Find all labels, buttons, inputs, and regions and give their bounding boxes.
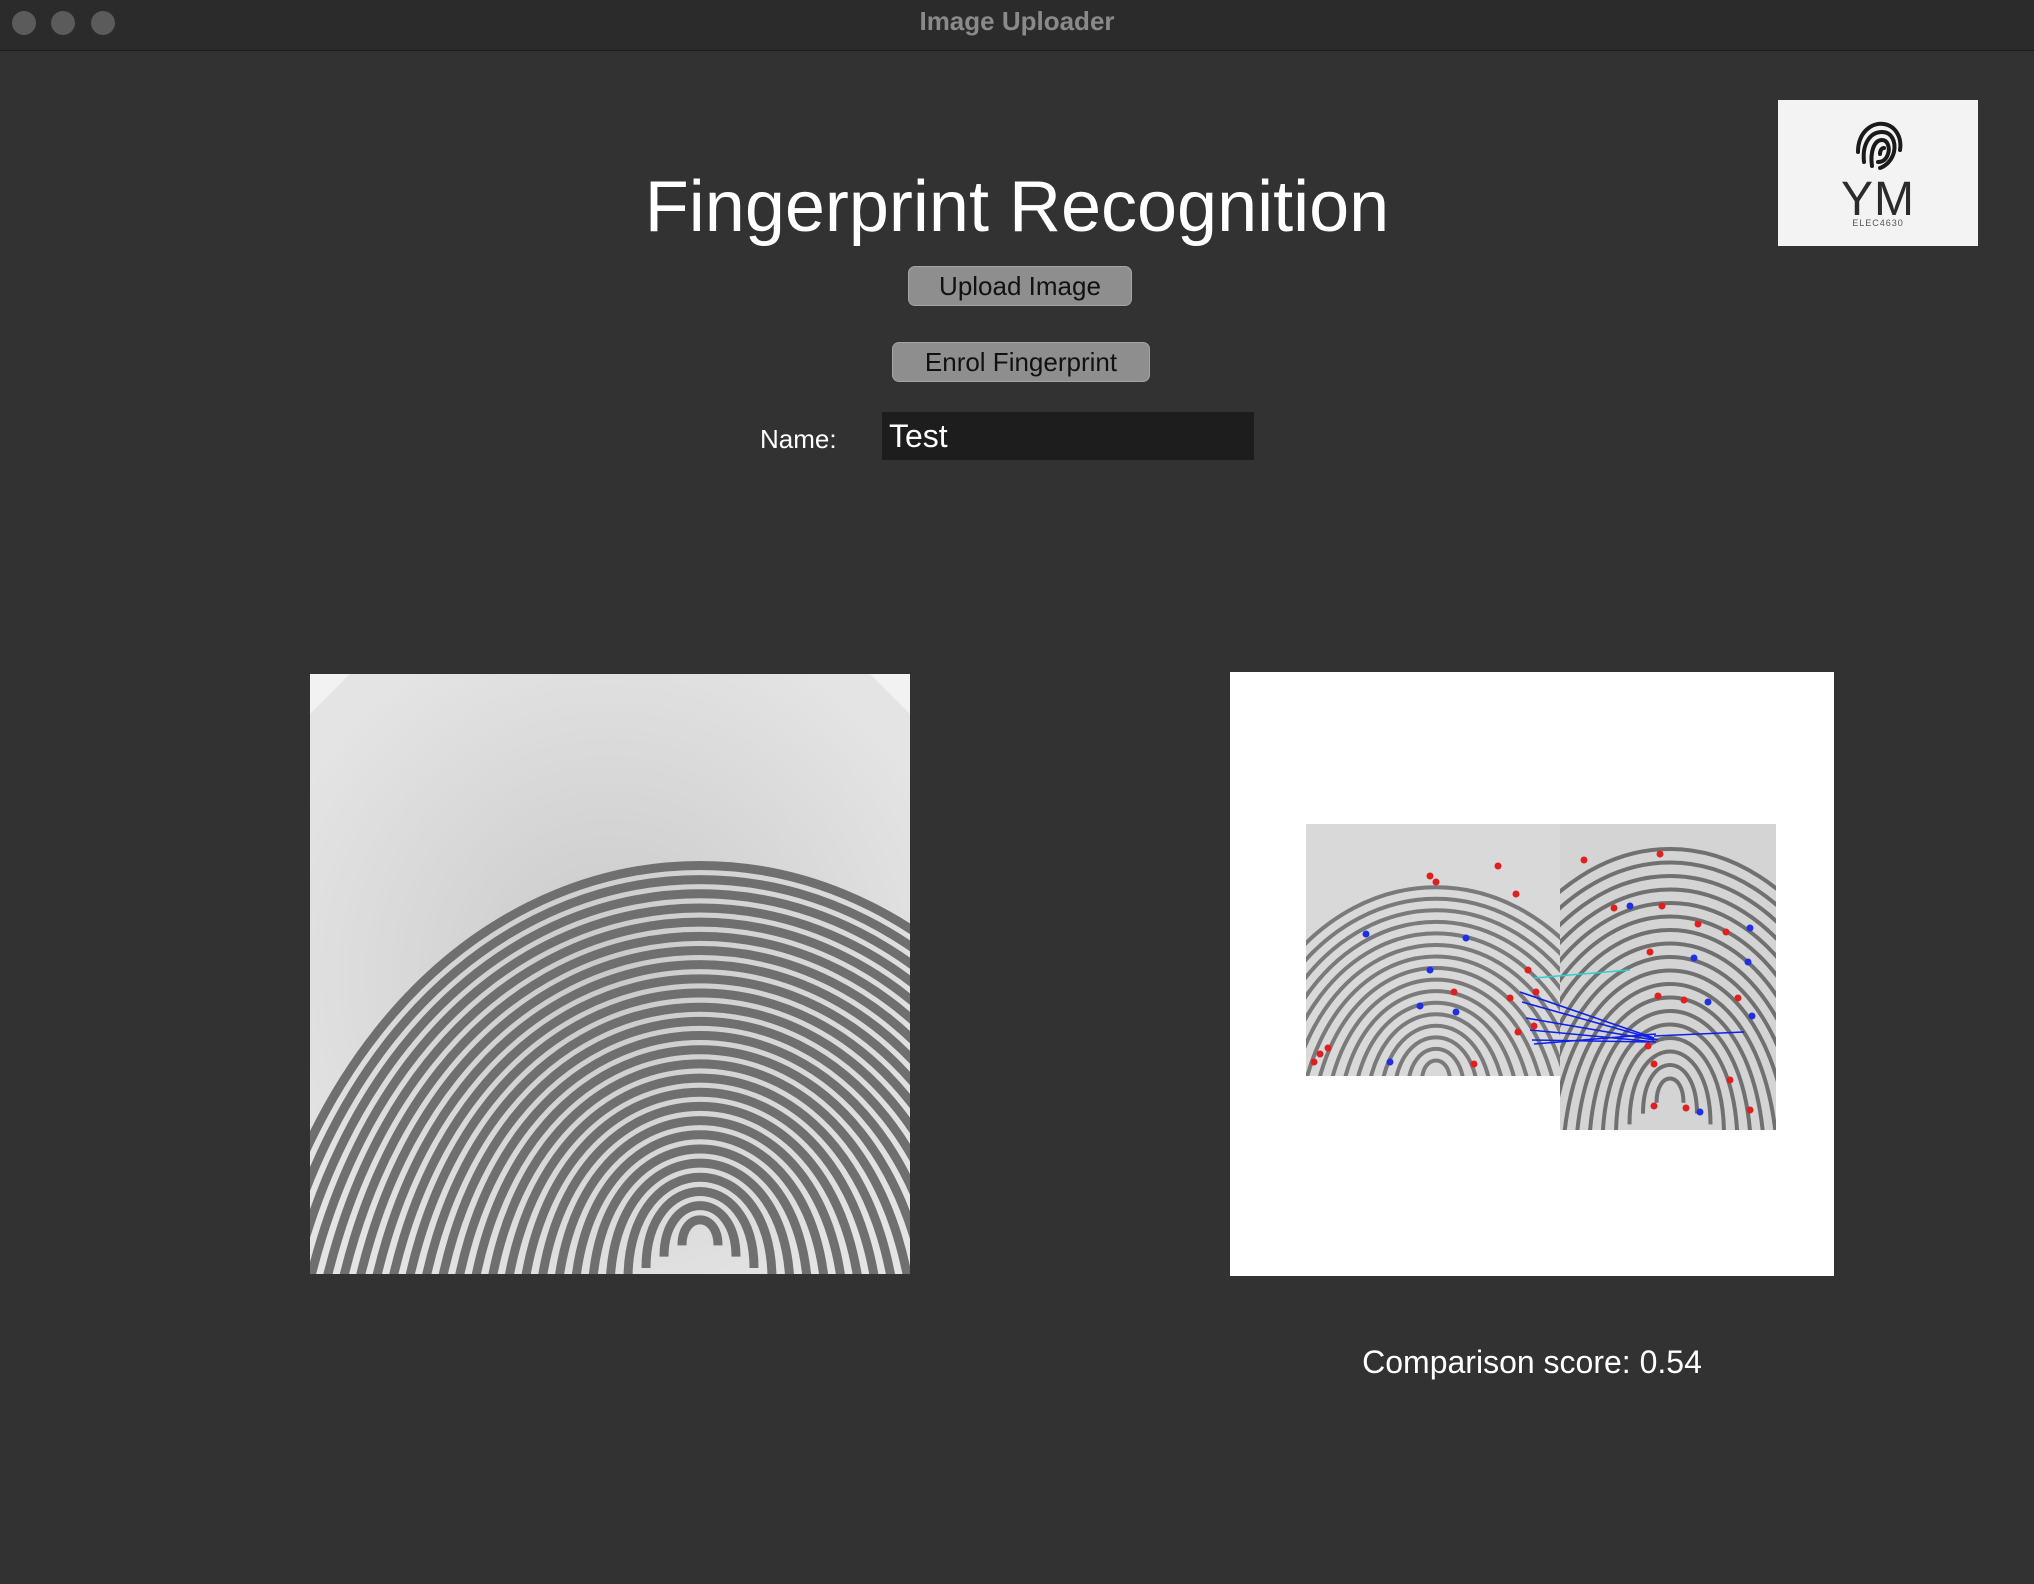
logo: YM ELEC4630 bbox=[1778, 100, 1978, 246]
comparison-result-image bbox=[1230, 672, 1834, 1276]
fingerprint-icon bbox=[1856, 121, 1903, 170]
name-input[interactable] bbox=[882, 412, 1254, 460]
upload-image-button[interactable]: Upload Image bbox=[908, 266, 1132, 306]
window-title: Image Uploader bbox=[919, 6, 1115, 36]
window-titlebar: Image Uploader bbox=[0, 0, 2034, 51]
enrol-fingerprint-button[interactable]: Enrol Fingerprint bbox=[892, 342, 1150, 382]
logo-subtitle: ELEC4630 bbox=[1852, 218, 1904, 228]
name-label: Name: bbox=[760, 424, 837, 454]
uploaded-fingerprint-image bbox=[310, 674, 910, 1274]
page-title: Fingerprint Recognition bbox=[644, 167, 1390, 247]
comparison-score: Comparison score: 0.54 bbox=[1362, 1344, 1702, 1380]
